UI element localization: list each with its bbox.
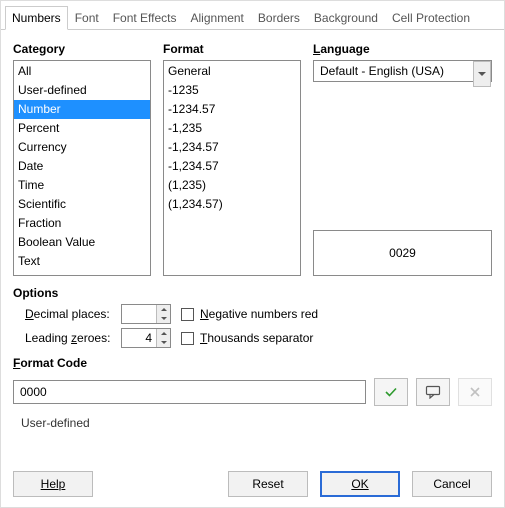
delete-button[interactable] xyxy=(458,378,492,406)
leading-zeroes-value[interactable]: 4 xyxy=(122,329,156,347)
status-text: User-defined xyxy=(21,416,492,430)
category-item-all[interactable]: All xyxy=(14,62,150,81)
format-item[interactable]: -1,234.57 xyxy=(164,157,300,176)
tab-label: Background xyxy=(314,11,378,25)
checkbox-icon xyxy=(181,308,194,321)
tab-content: Category All User-defined Number Percent… xyxy=(1,30,504,430)
negative-red-checkbox[interactable]: Negative numbers red xyxy=(181,307,318,321)
reset-button[interactable]: Reset xyxy=(228,471,308,497)
format-code-input[interactable] xyxy=(13,380,366,404)
comment-button[interactable] xyxy=(416,378,450,406)
language-value: Default - English (USA) xyxy=(314,61,473,81)
leading-zeroes-label: Leading zeroes: xyxy=(13,331,111,345)
spinner-down-icon[interactable] xyxy=(157,338,170,347)
preview-value: 0029 xyxy=(389,246,416,260)
negative-red-label: Negative numbers red xyxy=(200,307,318,321)
format-item[interactable]: -1,235 xyxy=(164,119,300,138)
format-item[interactable]: (1,234.57) xyxy=(164,195,300,214)
category-item-text[interactable]: Text xyxy=(14,252,150,271)
tab-label: Font Effects xyxy=(113,11,177,25)
spinner-up-icon[interactable] xyxy=(157,329,170,338)
ok-button[interactable]: OK xyxy=(320,471,400,497)
help-button[interactable]: Help xyxy=(13,471,93,497)
tab-alignment[interactable]: Alignment xyxy=(184,6,251,30)
leading-zeroes-spinner[interactable]: 4 xyxy=(121,328,171,348)
tab-borders[interactable]: Borders xyxy=(251,6,307,30)
format-listbox[interactable]: General -1235 -1234.57 -1,235 -1,234.57 … xyxy=(163,60,301,276)
category-item-currency[interactable]: Currency xyxy=(14,138,150,157)
thousands-sep-label: Thousands separator xyxy=(200,331,313,345)
category-item-fraction[interactable]: Fraction xyxy=(14,214,150,233)
format-item[interactable]: General xyxy=(164,62,300,81)
chevron-down-icon[interactable] xyxy=(473,61,491,87)
format-item[interactable]: -1234.57 xyxy=(164,100,300,119)
tab-label: Cell Protection xyxy=(392,11,470,25)
tab-background[interactable]: Background xyxy=(307,6,385,30)
tab-font-effects[interactable]: Font Effects xyxy=(106,6,184,30)
accept-button[interactable] xyxy=(374,378,408,406)
decimal-places-label: Decimal places: xyxy=(13,307,111,321)
category-item-date[interactable]: Date xyxy=(14,157,150,176)
category-item-scientific[interactable]: Scientific xyxy=(14,195,150,214)
spinner-down-icon[interactable] xyxy=(157,314,170,323)
format-preview: 0029 xyxy=(313,230,492,276)
cancel-button[interactable]: Cancel xyxy=(412,471,492,497)
format-code-label: Format Code xyxy=(13,356,492,370)
category-item-time[interactable]: Time xyxy=(14,176,150,195)
tab-cell-protection[interactable]: Cell Protection xyxy=(385,6,477,30)
category-item-percent[interactable]: Percent xyxy=(14,119,150,138)
category-item-user-defined[interactable]: User-defined xyxy=(14,81,150,100)
check-icon xyxy=(383,384,399,400)
tab-label: Borders xyxy=(258,11,300,25)
format-item[interactable]: (1,235) xyxy=(164,176,300,195)
tab-strip: Numbers Font Font Effects Alignment Bord… xyxy=(1,1,504,30)
tab-font[interactable]: Font xyxy=(68,6,106,30)
format-item[interactable]: -1235 xyxy=(164,81,300,100)
spinner-up-icon[interactable] xyxy=(157,305,170,314)
tab-numbers[interactable]: Numbers xyxy=(5,6,68,30)
category-label: Category xyxy=(13,42,151,56)
language-label: Language xyxy=(313,42,492,56)
tab-label: Font xyxy=(75,11,99,25)
category-item-number[interactable]: Number xyxy=(14,100,150,119)
format-label: Format xyxy=(163,42,301,56)
x-icon xyxy=(468,385,482,399)
checkbox-icon xyxy=(181,332,194,345)
format-cells-dialog: Numbers Font Font Effects Alignment Bord… xyxy=(0,0,505,508)
dialog-button-bar: Help Reset OK Cancel xyxy=(1,471,504,497)
comment-icon xyxy=(425,385,441,399)
format-item[interactable]: -1,234.57 xyxy=(164,138,300,157)
tab-label: Alignment xyxy=(191,11,244,25)
language-select[interactable]: Default - English (USA) xyxy=(313,60,492,82)
options-label: Options xyxy=(13,286,492,300)
decimal-places-value[interactable] xyxy=(122,305,156,323)
decimal-places-spinner[interactable] xyxy=(121,304,171,324)
category-listbox[interactable]: All User-defined Number Percent Currency… xyxy=(13,60,151,276)
tab-label: Numbers xyxy=(12,11,61,25)
thousands-sep-checkbox[interactable]: Thousands separator xyxy=(181,331,313,345)
category-item-boolean[interactable]: Boolean Value xyxy=(14,233,150,252)
